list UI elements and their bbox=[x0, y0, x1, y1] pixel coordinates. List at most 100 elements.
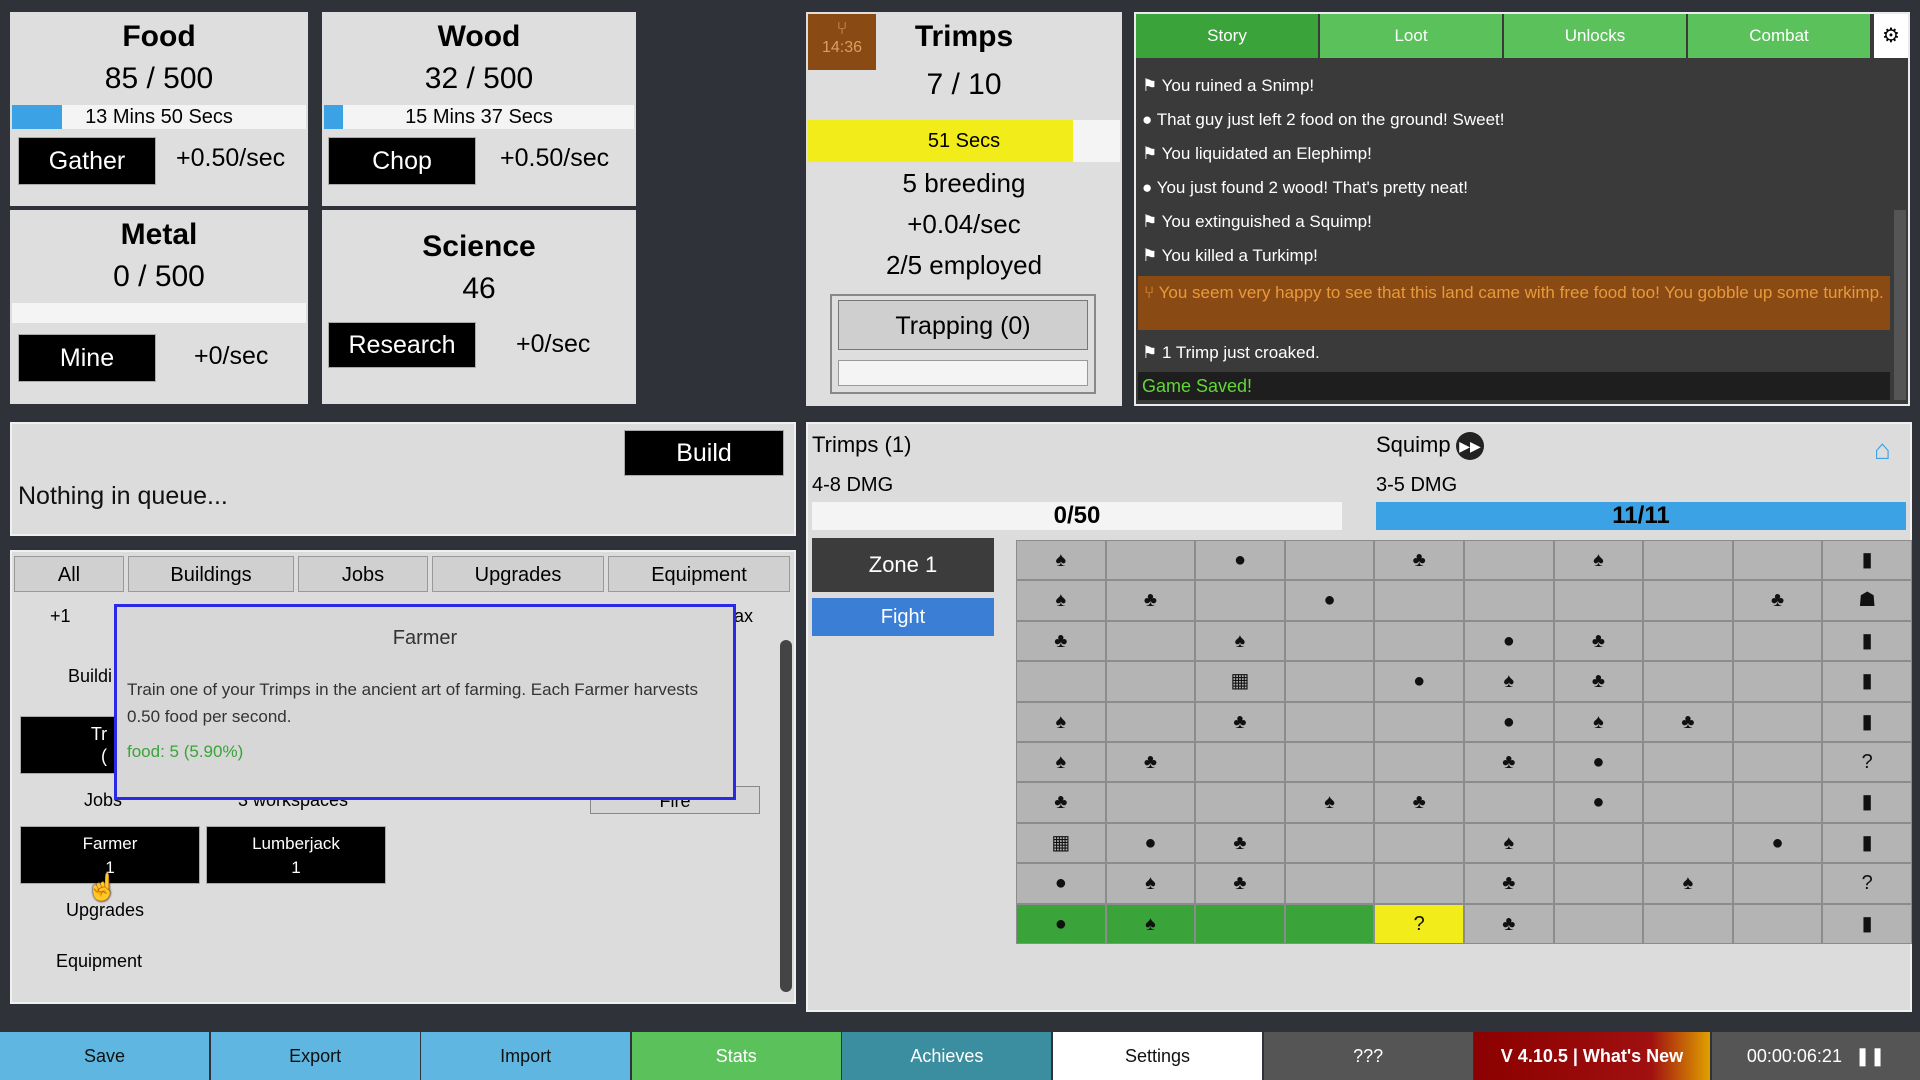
buy-tab-all[interactable]: All bbox=[14, 556, 124, 592]
map-cell[interactable]: ▮ bbox=[1822, 540, 1912, 581]
map-cell[interactable] bbox=[1016, 661, 1106, 702]
map-cell[interactable]: ♣ bbox=[1195, 822, 1285, 864]
map-cell[interactable]: ? bbox=[1822, 863, 1912, 904]
map-cell[interactable] bbox=[1732, 620, 1823, 662]
map-cell[interactable] bbox=[1732, 540, 1823, 581]
buy-scrollbar[interactable] bbox=[780, 640, 792, 992]
map-cell[interactable]: ♣ bbox=[1195, 863, 1285, 904]
map-cell[interactable] bbox=[1643, 620, 1733, 662]
map-cell[interactable] bbox=[1643, 903, 1733, 944]
map-cell[interactable] bbox=[1374, 580, 1464, 621]
map-cell[interactable]: ♠ bbox=[1016, 701, 1106, 742]
map-cell[interactable]: ♠ bbox=[1643, 863, 1733, 904]
map-cell[interactable]: ▦ bbox=[1016, 822, 1106, 864]
map-cell[interactable] bbox=[1732, 701, 1823, 742]
map-cell[interactable]: ♣ bbox=[1732, 580, 1823, 621]
map-cell[interactable]: ● bbox=[1195, 540, 1285, 581]
map-cell[interactable]: ♣ bbox=[1105, 580, 1196, 621]
map-cell[interactable]: ♣ bbox=[1643, 701, 1733, 742]
map-cell[interactable]: ● bbox=[1016, 863, 1106, 904]
trap-button[interactable]: Tr ( bbox=[20, 716, 118, 774]
log-tab-combat[interactable]: Combat bbox=[1688, 14, 1870, 58]
map-cell[interactable]: ▮ bbox=[1822, 903, 1912, 944]
map-cell[interactable] bbox=[1553, 822, 1644, 864]
map-cell[interactable]: ▮ bbox=[1822, 782, 1912, 823]
map-cell[interactable]: ♠ bbox=[1464, 822, 1554, 864]
map-cell[interactable] bbox=[1195, 580, 1285, 621]
build-button[interactable]: Build bbox=[624, 430, 784, 476]
map-cell[interactable] bbox=[1643, 540, 1733, 581]
map-cell[interactable]: ♣ bbox=[1374, 540, 1464, 581]
map-cell[interactable]: ♠ bbox=[1105, 903, 1196, 944]
map-cell[interactable]: ♣ bbox=[1553, 620, 1644, 662]
map-cell[interactable]: ? bbox=[1822, 742, 1912, 783]
fight-button[interactable]: Fight bbox=[812, 598, 994, 636]
map-cell[interactable]: ♣ bbox=[1016, 782, 1106, 823]
map-cell[interactable]: ♠ bbox=[1105, 863, 1196, 904]
footer-export-button[interactable]: Export bbox=[210, 1032, 420, 1080]
map-cell[interactable] bbox=[1374, 620, 1464, 662]
log-scrollbar[interactable] bbox=[1894, 210, 1906, 400]
job-button-lumberjack[interactable]: Lumberjack 1 bbox=[206, 826, 386, 884]
buy-tab-buildings[interactable]: Buildings bbox=[128, 556, 294, 592]
map-cell[interactable]: ♣ bbox=[1464, 863, 1554, 904]
map-cell[interactable] bbox=[1284, 661, 1375, 702]
map-cell[interactable]: ♠ bbox=[1016, 742, 1106, 783]
buy-amount-max[interactable]: ax bbox=[734, 606, 753, 627]
footer-import-button[interactable]: Import bbox=[421, 1032, 631, 1080]
map-cell[interactable]: ♠ bbox=[1016, 540, 1106, 581]
map-cell[interactable]: ▮ bbox=[1822, 822, 1912, 864]
map-cell[interactable]: ● bbox=[1016, 903, 1106, 944]
map-cell[interactable]: ● bbox=[1284, 580, 1375, 621]
map-cell[interactable] bbox=[1284, 620, 1375, 662]
map-cell[interactable]: ● bbox=[1105, 822, 1196, 864]
chop-button[interactable]: Chop bbox=[328, 137, 476, 185]
map-cell[interactable]: ▦ bbox=[1195, 661, 1285, 702]
mine-button[interactable]: Mine bbox=[18, 334, 156, 382]
map-cell[interactable]: ♠ bbox=[1553, 701, 1644, 742]
map-cell[interactable] bbox=[1643, 661, 1733, 702]
map-cell[interactable] bbox=[1732, 782, 1823, 823]
map-cell[interactable] bbox=[1374, 863, 1464, 904]
map-cell[interactable]: ? bbox=[1374, 903, 1464, 944]
map-cell[interactable] bbox=[1732, 661, 1823, 702]
map-cell[interactable] bbox=[1732, 742, 1823, 783]
map-cell[interactable] bbox=[1284, 903, 1375, 944]
gift-icon[interactable]: ⌂ bbox=[1874, 434, 1891, 466]
map-cell[interactable]: ♣ bbox=[1464, 903, 1554, 944]
map-cell[interactable]: ♠ bbox=[1464, 661, 1554, 702]
log-tab-story[interactable]: Story bbox=[1136, 14, 1318, 58]
footer-stats-button[interactable]: Stats bbox=[631, 1032, 841, 1080]
footer-unknown-button[interactable]: ??? bbox=[1263, 1032, 1473, 1080]
log-tab-unlocks[interactable]: Unlocks bbox=[1504, 14, 1686, 58]
map-cell[interactable] bbox=[1553, 863, 1644, 904]
map-cell[interactable]: ♣ bbox=[1553, 661, 1644, 702]
map-cell[interactable] bbox=[1284, 742, 1375, 783]
map-cell[interactable]: ☗ bbox=[1822, 580, 1912, 621]
map-cell[interactable]: ▮ bbox=[1822, 620, 1912, 662]
map-cell[interactable]: ♣ bbox=[1016, 620, 1106, 662]
gather-button[interactable]: Gather bbox=[18, 137, 156, 185]
map-cell[interactable] bbox=[1553, 580, 1644, 621]
map-cell[interactable] bbox=[1284, 701, 1375, 742]
map-cell[interactable] bbox=[1464, 782, 1554, 823]
research-button[interactable]: Research bbox=[328, 322, 476, 368]
log-settings-button[interactable]: ⚙ bbox=[1874, 14, 1908, 58]
map-cell[interactable] bbox=[1374, 701, 1464, 742]
version-button[interactable]: V 4.10.5 | What's New bbox=[1474, 1032, 1710, 1080]
map-cell[interactable] bbox=[1284, 863, 1375, 904]
map-cell[interactable] bbox=[1732, 903, 1823, 944]
map-cell[interactable]: ♣ bbox=[1464, 742, 1554, 783]
log-tab-loot[interactable]: Loot bbox=[1320, 14, 1502, 58]
map-cell[interactable]: ♣ bbox=[1105, 742, 1196, 783]
map-cell[interactable]: ♠ bbox=[1016, 580, 1106, 621]
map-cell[interactable] bbox=[1105, 540, 1196, 581]
map-cell[interactable]: ♠ bbox=[1195, 620, 1285, 662]
footer-save-button[interactable]: Save bbox=[0, 1032, 209, 1080]
map-cell[interactable]: ▮ bbox=[1822, 661, 1912, 702]
map-cell[interactable]: ♣ bbox=[1195, 701, 1285, 742]
footer-achieves-button[interactable]: Achieves bbox=[842, 1032, 1052, 1080]
map-cell[interactable]: ▮ bbox=[1822, 701, 1912, 742]
map-cell[interactable]: ● bbox=[1374, 661, 1464, 702]
map-cell[interactable] bbox=[1374, 742, 1464, 783]
